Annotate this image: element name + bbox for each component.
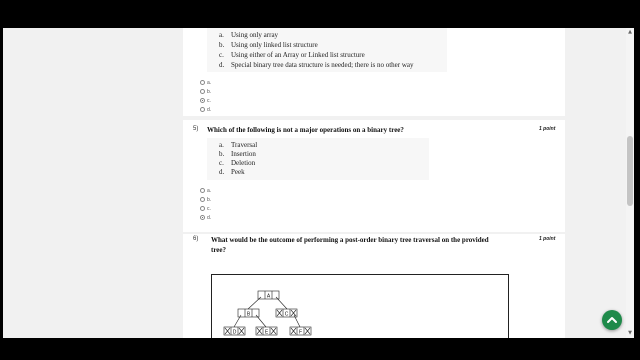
radio-label-c: c. xyxy=(207,206,211,212)
scroll-up-icon[interactable]: ▲ xyxy=(627,29,633,35)
scroll-down-icon[interactable]: ▼ xyxy=(627,330,633,336)
quiz-page[interactable]: a. Using only array b. Using only linked l… xyxy=(3,28,626,338)
radio-label-a: a. xyxy=(207,188,212,194)
tree-node-d: D xyxy=(233,330,237,336)
radio-label-a: a. xyxy=(207,80,212,86)
option-c: c. Using either of an Array or Linked lis… xyxy=(219,51,365,59)
vertical-scrollbar[interactable]: ▲ ▼ xyxy=(626,28,634,338)
radio-b[interactable] xyxy=(200,197,205,202)
radio-label-b: b. xyxy=(207,89,212,95)
radio-label-d: d. xyxy=(207,107,212,113)
radio-d[interactable] xyxy=(200,215,205,220)
back-to-top-button[interactable] xyxy=(602,310,622,330)
options-box: a. Traversal b. Insertion c. Deletion d. Pee… xyxy=(207,138,429,180)
radio-a[interactable] xyxy=(200,80,205,85)
question-text: Which of the following is not a major op… xyxy=(207,126,404,134)
question-card-4: a. Using only array b. Using only linked l… xyxy=(183,28,565,116)
tree-node-c: C xyxy=(285,312,289,318)
window-top-bar xyxy=(0,0,640,28)
radio-b[interactable] xyxy=(200,89,205,94)
question-text: What would be the outcome of performing … xyxy=(211,236,489,254)
chevron-up-icon xyxy=(607,317,617,323)
points-label: 1 point xyxy=(539,126,556,132)
tree-node-f: F xyxy=(299,330,302,336)
radio-label-d: d. xyxy=(207,215,212,221)
option-a: a. Using only array xyxy=(219,31,279,39)
option-a: a. Traversal xyxy=(219,141,258,149)
binary-tree-diagram: A B C D E F xyxy=(223,290,312,336)
option-d: d. Special binary tree data structure is … xyxy=(219,61,414,69)
option-b: b. Using only linked list structure xyxy=(219,41,318,49)
option-b: b. Insertion xyxy=(219,150,256,158)
option-d: d. Peek xyxy=(219,168,245,176)
question-number: 6) xyxy=(193,236,199,242)
question-card-6: 6) What would be the outcome of performi… xyxy=(183,234,565,338)
radio-a[interactable] xyxy=(200,188,205,193)
option-c: c. Deletion xyxy=(219,159,256,167)
question-number: 5) xyxy=(193,126,199,132)
radio-label-b: b. xyxy=(207,197,212,203)
scroll-thumb[interactable] xyxy=(627,136,633,206)
points-label: 1 point xyxy=(539,236,556,242)
radio-c[interactable] xyxy=(200,98,205,103)
options-box: a. Using only array b. Using only linked l… xyxy=(207,28,447,72)
radio-c[interactable] xyxy=(200,206,205,211)
question-card-5: 5) Which of the following is not a major… xyxy=(183,120,565,232)
window-bottom-bar xyxy=(0,338,640,360)
radio-label-c: c. xyxy=(207,98,211,104)
radio-d[interactable] xyxy=(200,107,205,112)
binary-tree-figure: A B C D E F xyxy=(211,274,509,338)
